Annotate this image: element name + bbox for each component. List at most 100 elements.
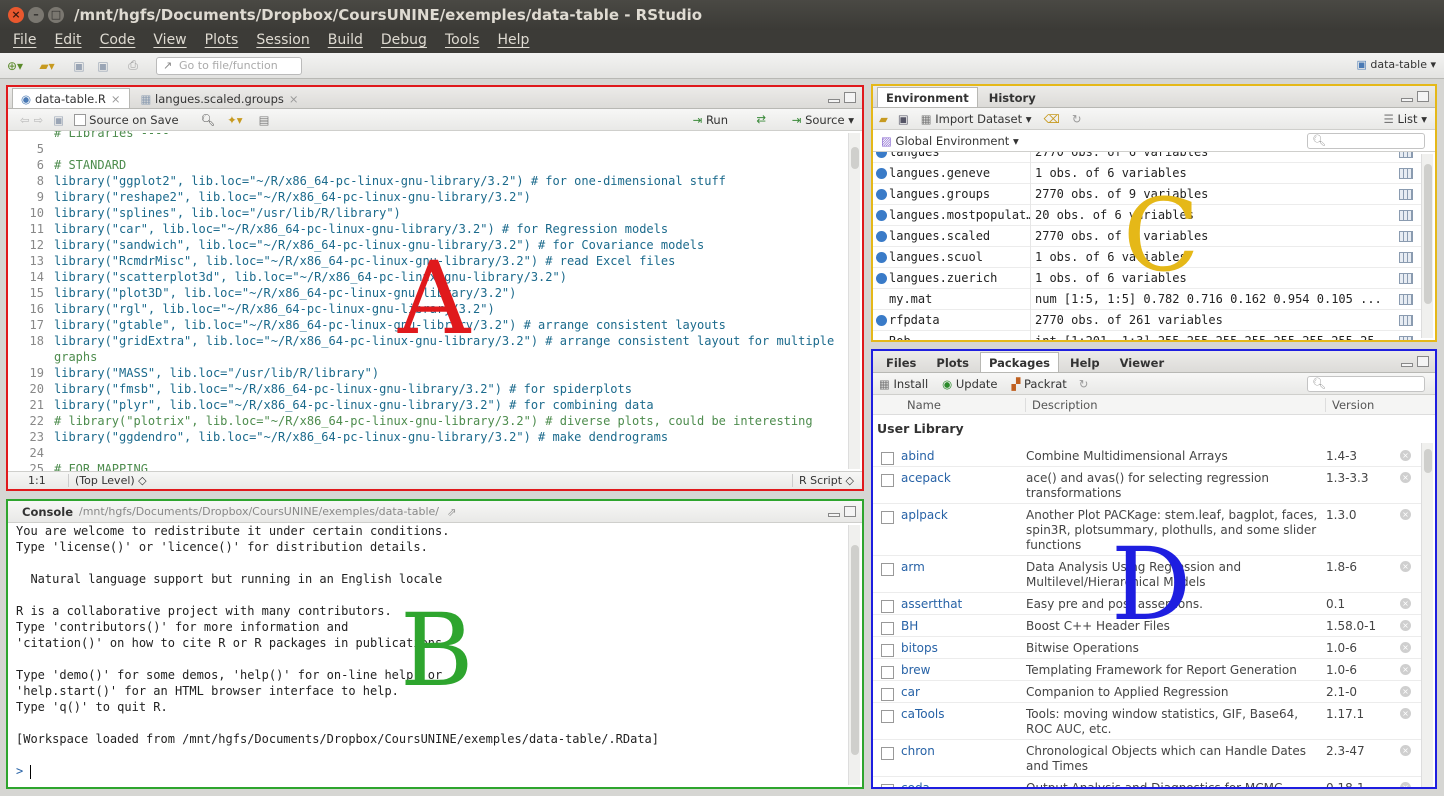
refresh-icon[interactable]: ↻ [1072, 112, 1082, 126]
project-menu[interactable]: ▣ data-table ▾ [1356, 58, 1436, 71]
expand-icon[interactable] [876, 209, 887, 221]
editor-scrollbar[interactable] [848, 133, 860, 469]
remove-package-icon[interactable]: × [1400, 664, 1411, 675]
menu-plots[interactable]: Plots [196, 30, 248, 53]
package-name-link[interactable]: arm [901, 556, 1026, 592]
close-tab-icon[interactable]: × [289, 92, 299, 106]
tab-plots[interactable]: Plots [927, 352, 978, 372]
view-data-icon[interactable] [1399, 188, 1413, 200]
package-checkbox[interactable] [873, 445, 901, 466]
expand-icon[interactable] [876, 251, 887, 263]
save-workspace-icon[interactable]: ▣ [898, 112, 909, 126]
goto-file-input[interactable]: Go to file/function [156, 56, 302, 75]
back-arrow-icon[interactable]: ⇦ [20, 113, 30, 127]
run-button[interactable]: ⇥ Run [693, 113, 728, 127]
remove-package-icon[interactable]: × [1400, 782, 1411, 787]
environment-scrollbar[interactable] [1421, 154, 1433, 338]
maximize-pane-icon[interactable] [844, 92, 856, 103]
package-checkbox[interactable] [873, 681, 901, 702]
scope-selector[interactable]: (Top Level) ◇ [68, 474, 147, 487]
packages-scroll-thumb[interactable] [1424, 449, 1432, 473]
environment-scroll-thumb[interactable] [1424, 164, 1432, 304]
expand-icon[interactable] [876, 272, 887, 284]
package-checkbox[interactable] [873, 593, 901, 614]
view-mode-selector[interactable]: ☰ List ▾ [1383, 112, 1427, 126]
remove-package-icon[interactable]: × [1400, 450, 1411, 461]
package-checkbox[interactable] [873, 504, 901, 555]
expand-icon[interactable] [876, 152, 887, 158]
package-checkbox[interactable] [873, 740, 901, 776]
package-name-link[interactable]: chron [901, 740, 1026, 776]
close-tab-icon[interactable]: × [111, 92, 121, 106]
close-window-icon[interactable]: × [8, 7, 24, 23]
expand-icon[interactable] [876, 167, 887, 179]
packages-scrollbar[interactable] [1421, 443, 1433, 787]
menu-file[interactable]: File [4, 30, 45, 53]
source-on-save-checkbox[interactable] [74, 113, 87, 126]
package-checkbox[interactable] [873, 703, 901, 739]
view-data-icon[interactable] [1399, 230, 1413, 242]
package-checkbox[interactable] [873, 777, 901, 787]
update-button[interactable]: ◉ Update [942, 377, 997, 391]
package-checkbox[interactable] [873, 556, 901, 592]
description-column-header[interactable]: Description [1025, 397, 1325, 412]
tab-data-table-r[interactable]: ◉ data-table.R × [12, 88, 130, 108]
package-name-link[interactable]: bitops [901, 637, 1026, 658]
packrat-button[interactable]: ▞ Packrat [1012, 377, 1067, 391]
environment-search-input[interactable]: 🔍︎ [1307, 133, 1425, 149]
tab-files[interactable]: Files [877, 352, 925, 372]
package-checkbox[interactable] [873, 615, 901, 636]
file-type-selector[interactable]: R Script ◇ [791, 474, 854, 487]
install-button[interactable]: ▦ Install [879, 377, 928, 391]
view-data-icon[interactable] [1399, 335, 1413, 340]
package-name-link[interactable]: car [901, 681, 1026, 702]
remove-package-icon[interactable]: × [1400, 598, 1411, 609]
rerun-icon[interactable]: ⇄ [756, 112, 766, 126]
package-name-link[interactable]: coda [901, 777, 1026, 787]
maximize-pane-icon[interactable] [844, 506, 856, 517]
tab-help[interactable]: Help [1061, 352, 1109, 372]
minimize-pane-icon[interactable] [1401, 98, 1413, 102]
environment-row[interactable]: Rob int [1:201, 1:3] 255 255 255 255 255 … [873, 330, 1433, 340]
package-name-link[interactable]: assertthat [901, 593, 1026, 614]
import-dataset-button[interactable]: ▦ Import Dataset ▾ [921, 112, 1032, 126]
menu-build[interactable]: Build [319, 30, 372, 53]
name-column-header[interactable]: Name [907, 398, 1025, 412]
minimize-pane-icon[interactable] [828, 99, 840, 103]
remove-package-icon[interactable]: × [1400, 509, 1411, 520]
save-icon[interactable]: ▣ [53, 113, 64, 127]
view-data-icon[interactable] [1399, 251, 1413, 263]
environment-row[interactable]: rfpdata 2770 obs. of 261 variables [873, 309, 1433, 331]
packages-search-input[interactable]: 🔍︎ [1307, 376, 1425, 392]
console-prompt[interactable]: > [16, 763, 846, 779]
new-file-icon[interactable]: ⊕▾ [6, 58, 24, 74]
remove-package-icon[interactable]: × [1400, 472, 1411, 483]
minimize-window-icon[interactable]: – [28, 7, 44, 23]
goto-directory-icon[interactable]: ⇗ [447, 505, 457, 519]
environment-row[interactable]: langues 2770 obs. of 6 variables [873, 152, 1433, 163]
expand-icon[interactable] [876, 314, 887, 326]
maximize-pane-icon[interactable] [1417, 91, 1429, 102]
tab-environment[interactable]: Environment [877, 87, 978, 107]
package-name-link[interactable]: BH [901, 615, 1026, 636]
tab-viewer[interactable]: Viewer [1111, 352, 1174, 372]
menu-help[interactable]: Help [488, 30, 538, 53]
search-icon[interactable]: 🔍︎ [201, 113, 216, 127]
package-name-link[interactable]: acepack [901, 467, 1026, 503]
version-column-header[interactable]: Version [1325, 397, 1374, 412]
remove-package-icon[interactable]: × [1400, 561, 1411, 572]
console-scrollbar[interactable] [848, 525, 860, 785]
editor-scroll-thumb[interactable] [851, 147, 859, 169]
forward-arrow-icon[interactable]: ⇨ [34, 113, 44, 127]
load-workspace-icon[interactable]: ▰ [879, 112, 888, 126]
view-data-icon[interactable] [1399, 152, 1413, 158]
menu-debug[interactable]: Debug [372, 30, 436, 53]
magic-wand-icon[interactable]: ✦▾ [227, 113, 242, 127]
package-name-link[interactable]: brew [901, 659, 1026, 680]
package-name-link[interactable]: caTools [901, 703, 1026, 739]
console-scroll-thumb[interactable] [851, 545, 859, 755]
view-data-icon[interactable] [1399, 314, 1413, 326]
compile-report-icon[interactable]: ▤ [259, 113, 270, 127]
expand-icon[interactable] [876, 188, 887, 200]
save-icon[interactable]: ▣ [70, 58, 88, 74]
